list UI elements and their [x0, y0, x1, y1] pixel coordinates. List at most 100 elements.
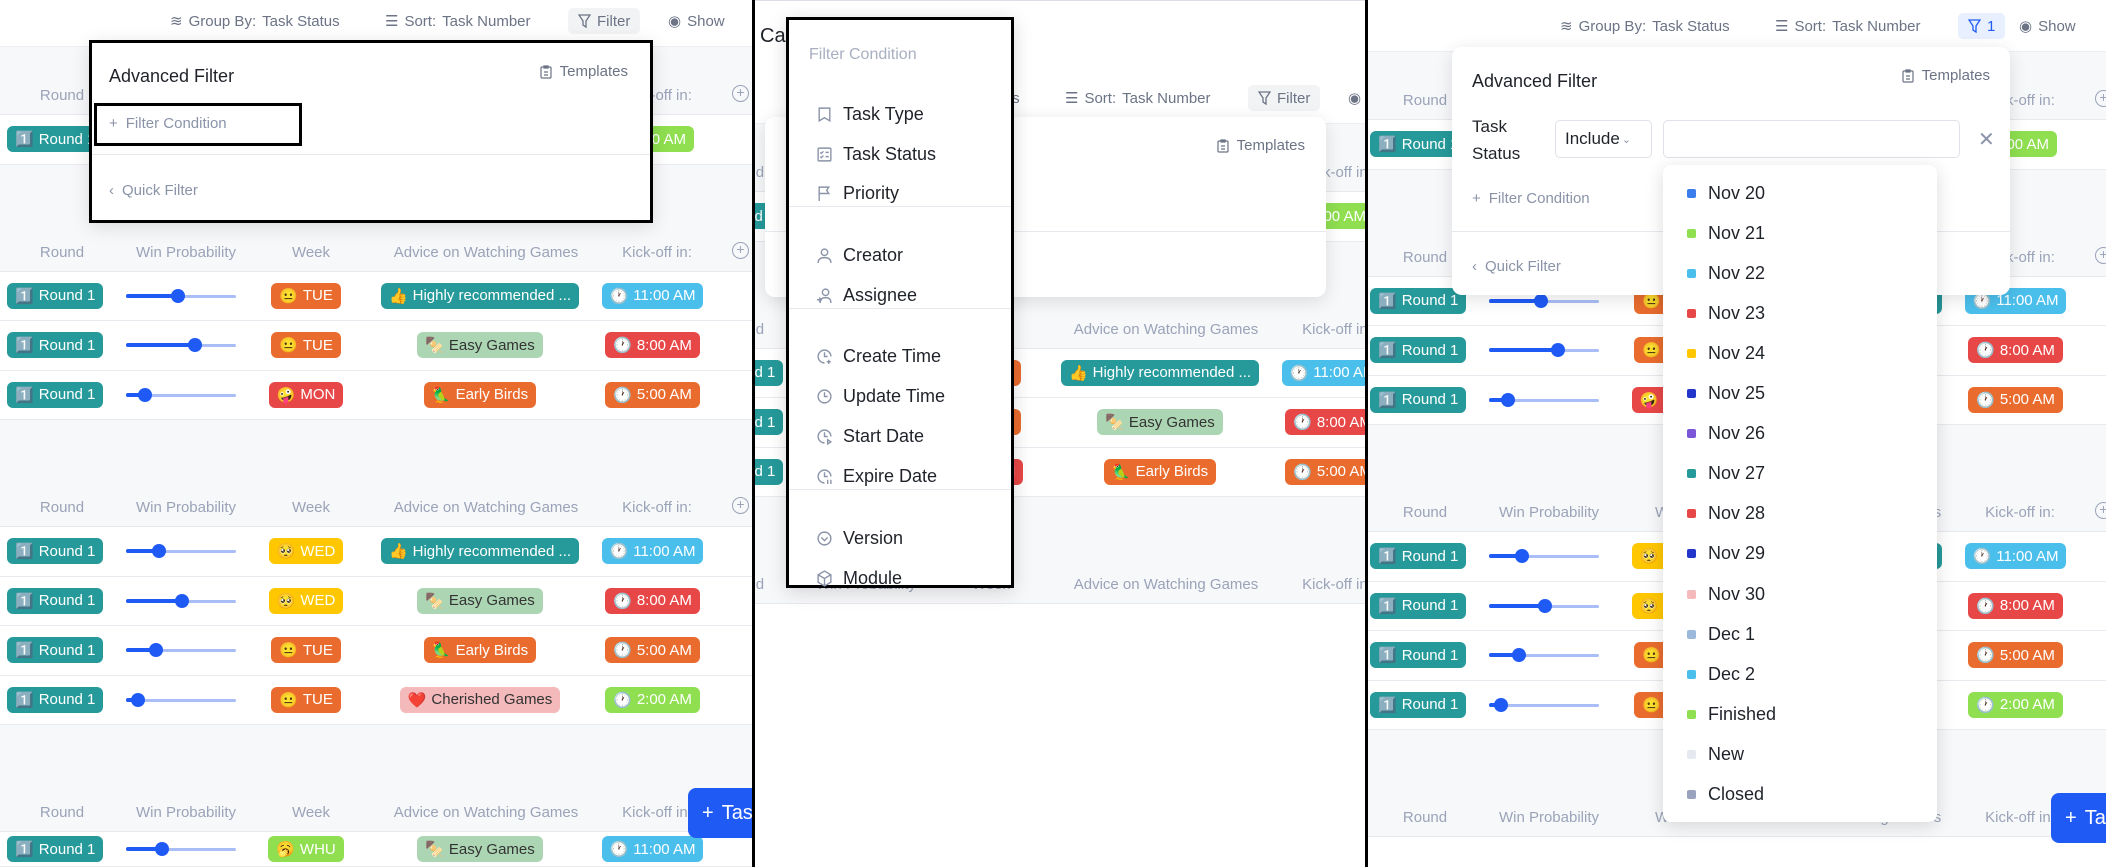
advice-badge[interactable]: 🦜Early Birds — [1103, 458, 1217, 485]
round-badge[interactable]: 1️⃣Round 1 — [1370, 287, 1467, 314]
slider-thumb[interactable] — [188, 338, 203, 353]
column-header-round[interactable]: Round — [1383, 504, 1467, 521]
advice-badge[interactable]: 🍢Easy Games — [417, 836, 543, 862]
kick-off-badge[interactable]: 🕐8:00 AM — [1968, 592, 2063, 619]
win-probability-slider[interactable] — [126, 842, 236, 856]
quick-filter-button[interactable]: ‹ Quick Filter — [109, 182, 198, 199]
advice-badge[interactable]: 🦜Early Birds — [423, 637, 537, 664]
column-header-win-probability[interactable]: Win Probability — [1489, 809, 1609, 826]
column-header-advice[interactable]: Advice on Watching Games — [1046, 576, 1286, 593]
round-badge[interactable]: 1️⃣Round 1 — [1370, 691, 1467, 718]
column-header-kick-off[interactable]: Kick-off in: — [1287, 576, 1365, 593]
round-badge[interactable]: 1️⃣Round 1 — [7, 686, 104, 713]
slider-thumb[interactable] — [1538, 598, 1553, 613]
win-probability-slider[interactable] — [126, 593, 236, 608]
table-row[interactable]: 1️⃣Round 1 😐TUE ❤️Cherished Games 🕐2:00 AM — [0, 675, 752, 725]
templates-button[interactable]: Templates — [1217, 137, 1305, 154]
win-probability-slider[interactable] — [1489, 343, 1599, 358]
column-header-kick-off[interactable]: Kick-off in: — [1287, 321, 1365, 338]
status-option[interactable]: Nov 24 — [1663, 336, 1937, 370]
advice-badge[interactable]: 👍Highly recommended ... — [380, 282, 580, 309]
column-header-round[interactable]: Round — [20, 804, 104, 821]
week-badge[interactable]: 🥺WED — [268, 538, 344, 565]
column-header-round[interactable]: Round — [1383, 809, 1467, 826]
filter-button[interactable]: Filter — [568, 8, 641, 34]
slider-thumb[interactable] — [1494, 697, 1509, 712]
column-header-round[interactable]: Round — [755, 576, 784, 593]
operator-select[interactable]: Include ⌄ — [1555, 120, 1652, 158]
advice-badge[interactable]: 👍Highly recommended ... — [380, 538, 580, 565]
win-probability-slider[interactable] — [126, 544, 236, 559]
column-header-round[interactable]: Round — [755, 321, 784, 338]
kick-off-badge[interactable]: 🕐5:00 AM — [605, 381, 700, 408]
remove-condition-icon[interactable]: ✕ — [1978, 127, 1995, 152]
week-badge[interactable]: 😐TUE — [271, 686, 341, 713]
column-header-advice[interactable]: Advice on Watching Games — [366, 804, 606, 821]
column-header-round[interactable]: Round — [20, 244, 104, 261]
menu-item-start-date[interactable]: Start Date — [789, 418, 1011, 454]
table-row[interactable]: 1️⃣Round 1 😐TUE 👍Highly recommended ... 🕐11… — [0, 271, 752, 321]
kick-off-badge[interactable]: 🕐11:00 AM — [601, 282, 704, 309]
status-option[interactable]: Nov 20 — [1663, 176, 1937, 210]
kick-off-badge[interactable]: 🕐11:00 AM — [1964, 543, 2067, 570]
sort-button[interactable]: ☰ Sort: Task Number — [1065, 85, 1211, 111]
kick-off-badge[interactable]: 🕐8:00 AM — [605, 587, 700, 614]
column-header-win-probability[interactable]: Win Probability — [1489, 504, 1609, 521]
status-option[interactable]: Closed — [1663, 778, 1937, 812]
week-badge[interactable]: 😐TUE — [271, 637, 341, 664]
kick-off-badge[interactable]: 🕐 2:00 AM — [1968, 691, 2063, 718]
add-column-icon[interactable]: + — [2095, 502, 2106, 519]
group-by-button[interactable]: ≋ Group By: Task Status — [1560, 13, 1730, 39]
show-button[interactable]: ◉ Show — [668, 8, 725, 34]
table-row[interactable]: 1️⃣Round 1 🥺WED 👍Highly recommended ... 🕐11… — [0, 527, 752, 577]
slider-thumb[interactable] — [1551, 343, 1566, 358]
status-option[interactable]: Nov 23 — [1663, 296, 1937, 330]
kick-off-badge[interactable]: 🕐11:00 AM — [601, 836, 704, 862]
slider-thumb[interactable] — [170, 288, 185, 303]
menu-item-create-time[interactable]: Create Time — [789, 338, 1011, 374]
win-probability-slider[interactable] — [1489, 549, 1599, 564]
kick-off-badge[interactable]: 🕐8:00 AM — [1285, 409, 1365, 436]
round-badge[interactable]: 1️⃣Round 1 — [1370, 337, 1467, 364]
round-badge[interactable]: 1️⃣Round 1 — [7, 381, 104, 408]
table-row[interactable]: 1️⃣Round 1 🤪MON 🦜Early Birds 🕐5:00 AM — [0, 370, 752, 420]
status-option[interactable]: Nov 25 — [1663, 377, 1937, 411]
column-header-week[interactable]: Week — [261, 804, 361, 821]
win-probability-slider[interactable] — [1489, 293, 1599, 308]
kick-off-badge[interactable]: 🕐5:00 AM — [1968, 642, 2063, 669]
round-badge[interactable]: 1️⃣Round 1 — [1370, 543, 1467, 570]
sort-button[interactable]: ☰ Sort: Task Number — [1775, 13, 1921, 39]
slider-thumb[interactable] — [148, 643, 163, 658]
status-option[interactable]: Nov 29 — [1663, 537, 1937, 571]
column-header-kick-off[interactable]: Kick-off in: — [607, 244, 707, 261]
win-probability-slider[interactable] — [126, 387, 236, 402]
table-row[interactable]: 1️⃣Round 1 😐TUE 🍢Easy Games 🕐8:00 AM — [0, 321, 752, 371]
week-badge[interactable]: 😐TUE — [271, 282, 341, 309]
round-badge[interactable]: 1️⃣Round 1 — [1370, 642, 1467, 669]
advice-badge[interactable]: 🦜Early Birds — [423, 381, 537, 408]
column-header-week[interactable]: Week — [261, 499, 361, 516]
advice-badge[interactable]: 🍢Easy Games — [417, 332, 543, 359]
round-badge[interactable]: 1️⃣Round 1 — [7, 332, 104, 359]
add-column-icon[interactable]: + — [2095, 246, 2106, 264]
kick-off-badge[interactable]: 🕐8:00 AM — [1968, 337, 2063, 364]
filter-button[interactable]: 1 — [1958, 13, 2006, 39]
slider-thumb[interactable] — [155, 842, 170, 856]
advice-badge[interactable]: 🍢Easy Games — [1097, 409, 1223, 436]
table-row[interactable]: 1️⃣ Round 1 🥱 WHU 🍢 Easy Games 🕐 11:00 AM — [0, 832, 752, 867]
win-probability-slider[interactable] — [1489, 392, 1599, 407]
win-probability-slider[interactable] — [126, 338, 236, 353]
status-value-input[interactable] — [1663, 120, 1960, 158]
add-column-icon[interactable]: + — [732, 241, 749, 259]
win-probability-slider[interactable] — [1489, 598, 1599, 613]
advice-badge[interactable]: ❤️Cherished Games — [399, 686, 561, 713]
add-column-icon[interactable]: + — [2095, 90, 2106, 107]
status-option[interactable]: Dec 1 — [1663, 617, 1937, 651]
round-badge[interactable]: 1️⃣Round 1 — [7, 282, 104, 309]
column-header-win-probability[interactable]: Win Probability — [126, 244, 246, 261]
slider-thumb[interactable] — [175, 593, 190, 608]
add-column-icon[interactable]: + — [732, 497, 749, 514]
slider-thumb[interactable] — [131, 692, 146, 707]
slider-thumb[interactable] — [1500, 392, 1515, 407]
slider-thumb[interactable] — [137, 387, 152, 402]
